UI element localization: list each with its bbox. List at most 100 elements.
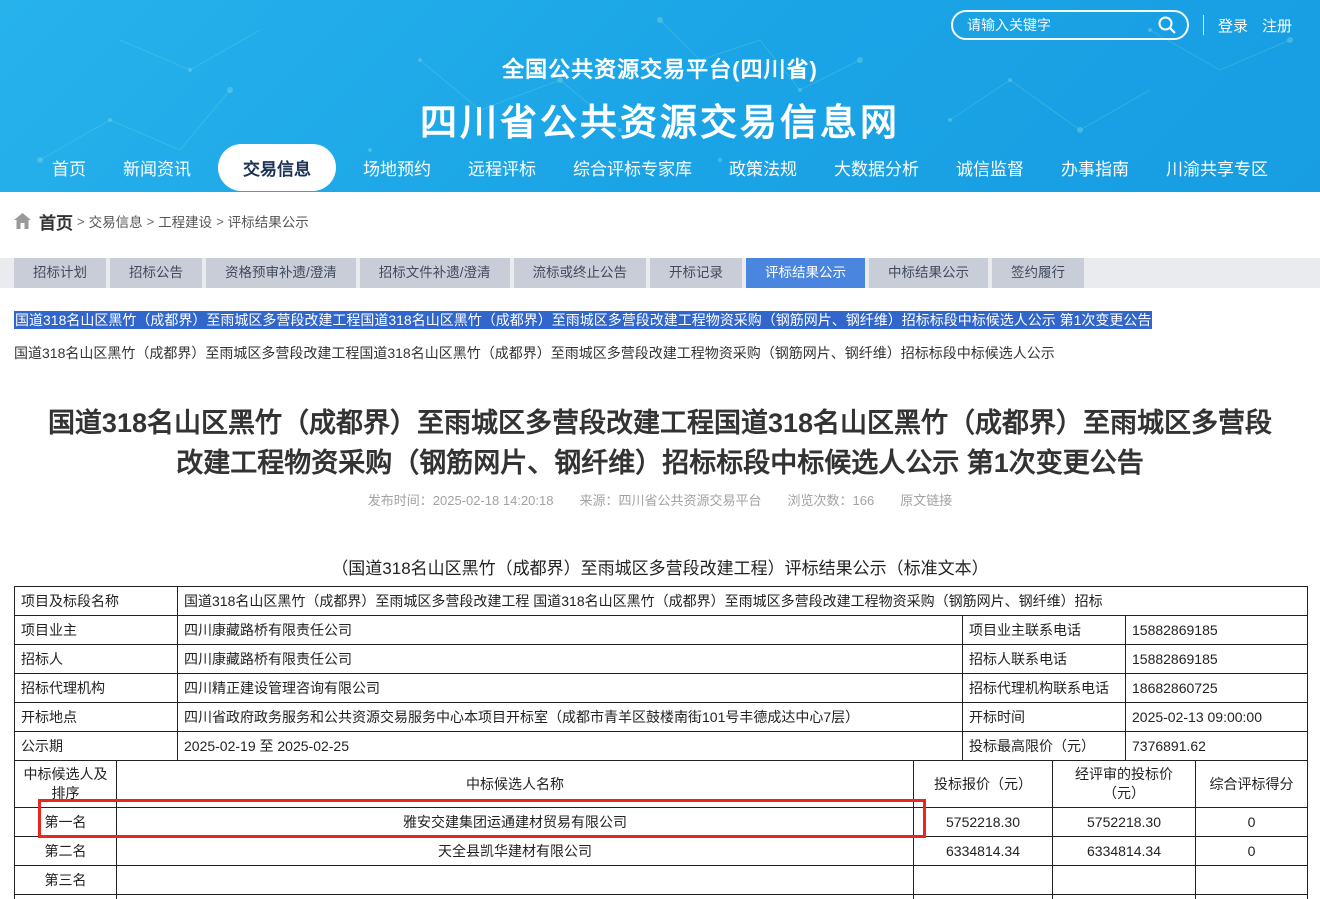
nav-item-chuanyu-zone[interactable]: 川渝共享专区 <box>1156 149 1278 186</box>
cell-value: 7376891.62 <box>1126 732 1308 761</box>
tab-failed-or-terminated[interactable]: 流标或终止公告 <box>514 258 647 288</box>
cell-score <box>1196 866 1308 895</box>
nav-item-integrity[interactable]: 诚信监督 <box>946 149 1034 186</box>
cell-value: 2025-02-13 09:00:00 <box>1126 703 1308 732</box>
cell-label: 招标人 <box>15 645 178 674</box>
article-meta: 发布时间：2025-02-18 14:20:18 来源：四川省公共资源交易平台 … <box>0 490 1320 509</box>
table-row: 招标代理机构 四川精正建设管理咨询有限公司 招标代理机构联系电话 1868286… <box>15 674 1308 703</box>
page: 登录 注册 全国公共资源交易平台(四川省) 四川省公共资源交易信息网 首页 新闻… <box>0 0 1320 899</box>
cell-reviewed-bid: 5752218.30 <box>1053 808 1196 837</box>
result-list: 国道318名山区黑竹（成都界）至雨城区多营段改建工程国道318名山区黑竹（成都界… <box>0 310 1320 363</box>
tab-prequalification-supplement[interactable]: 资格预审补遗/澄清 <box>206 258 356 288</box>
nav-item-news[interactable]: 新闻资讯 <box>113 149 201 186</box>
cell-label: 开标时间 <box>963 703 1126 732</box>
header-top-bar: 登录 注册 <box>951 10 1292 40</box>
cell-candidate-name <box>117 866 914 895</box>
breadcrumb-separator: > <box>77 214 85 229</box>
nav-item-policies[interactable]: 政策法规 <box>719 149 807 186</box>
candidate-row-2: 第二名 天全县凯华建材有限公司 6334814.34 6334814.34 0 <box>15 837 1308 866</box>
source: 来源：四川省公共资源交易平台 <box>579 490 761 509</box>
cell-bid: 5752218.30 <box>914 808 1053 837</box>
cell-value: 18682860725 <box>1126 674 1308 703</box>
main-nav: 首页 新闻资讯 交易信息 场地预约 远程评标 综合评标专家库 政策法规 大数据分… <box>0 142 1320 192</box>
col-header-name: 中标候选人名称 <box>117 761 914 808</box>
nav-item-venue-booking[interactable]: 场地预约 <box>353 149 441 186</box>
cell-value: 四川康藏路桥有限责任公司 <box>178 616 963 645</box>
table-row: 开标地点 四川省政府政务服务和公共资源交易服务中心本项目开标室（成都市青羊区鼓楼… <box>15 703 1308 732</box>
publish-time: 发布时间：2025-02-18 14:20:18 <box>368 490 554 509</box>
cell-reviewed-bid: 6334814.34 <box>1053 837 1196 866</box>
cell-value: 15882869185 <box>1126 645 1308 674</box>
cell-bid <box>914 866 1053 895</box>
tab-contract-performance[interactable]: 签约履行 <box>992 258 1084 288</box>
home-icon[interactable] <box>14 213 31 229</box>
col-header-score: 综合评标得分 <box>1196 761 1308 808</box>
search-icon[interactable] <box>1157 15 1177 35</box>
nav-item-guide[interactable]: 办事指南 <box>1051 149 1139 186</box>
cell-value: 国道318名山区黑竹（成都界）至雨城区多营段改建工程 国道318名山区黑竹（成都… <box>178 587 1308 616</box>
list-item-selected: 国道318名山区黑竹（成都界）至雨城区多营段改建工程国道318名山区黑竹（成都界… <box>14 310 1320 331</box>
cell-label: 招标代理机构 <box>15 674 178 703</box>
list-item-selected-text[interactable]: 国道318名山区黑竹（成都界）至雨城区多营段改建工程国道318名山区黑竹（成都界… <box>14 311 1152 329</box>
tab-bid-plan[interactable]: 招标计划 <box>14 258 106 288</box>
cell-bid: 6334814.34 <box>914 837 1053 866</box>
cell-label: 项目及标段名称 <box>15 587 178 616</box>
nav-item-big-data[interactable]: 大数据分析 <box>824 149 929 186</box>
site-title: 四川省公共资源交易信息网 <box>0 92 1320 146</box>
cell-label: 公示期 <box>15 732 178 761</box>
tab-bid-doc-supplement[interactable]: 招标文件补遗/澄清 <box>360 258 510 288</box>
breadcrumb-evaluation-result[interactable]: 评标结果公示 <box>228 211 309 231</box>
cell-label: 招标人联系电话 <box>963 645 1126 674</box>
cell-value: 四川康藏路桥有限责任公司 <box>178 645 963 674</box>
search-input[interactable] <box>967 17 1157 33</box>
breadcrumb-home[interactable]: 首页 <box>39 209 73 234</box>
candidate-row-clipped <box>15 895 1308 899</box>
nav-item-trade-info[interactable]: 交易信息 <box>218 144 336 191</box>
tab-strip: 招标计划 招标公告 资格预审补遗/澄清 招标文件补遗/澄清 流标或终止公告 开标… <box>0 258 1320 288</box>
breadcrumb: 首页 > 交易信息 > 工程建设 > 评标结果公示 <box>0 204 1320 238</box>
cell-label: 投标最高限价（元） <box>963 732 1126 761</box>
cell-score: 0 <box>1196 808 1308 837</box>
breadcrumb-engineering[interactable]: 工程建设 <box>158 211 212 231</box>
col-header-reviewed-bid: 经评审的投标价（元） <box>1053 761 1196 808</box>
col-header-rank: 中标候选人及排序 <box>15 761 117 808</box>
nav-item-remote-evaluation[interactable]: 远程评标 <box>458 149 546 186</box>
platform-title: 全国公共资源交易平台(四川省) <box>0 52 1320 84</box>
breadcrumb-separator: > <box>147 214 155 229</box>
cell-value: 四川精正建设管理咨询有限公司 <box>178 674 963 703</box>
cell-rank: 第一名 <box>15 808 117 837</box>
cell-label: 项目业主联系电话 <box>963 616 1126 645</box>
candidate-row-3: 第三名 <box>15 866 1308 895</box>
cell-score: 0 <box>1196 837 1308 866</box>
page-title: 国道318名山区黑竹（成都界）至雨城区多营段改建工程国道318名山区黑竹（成都界… <box>40 403 1280 483</box>
candidate-row-1: 第一名 雅安交建集团运通建材贸易有限公司 5752218.30 5752218.… <box>15 808 1308 837</box>
breadcrumb-separator: > <box>216 214 224 229</box>
cell-value: 四川省政府政务服务和公共资源交易服务中心本项目开标室（成都市青羊区鼓楼南街101… <box>178 703 963 732</box>
cell-reviewed-bid <box>1053 866 1196 895</box>
candidates-header-row: 中标候选人及排序 中标候选人名称 投标报价（元） 经评审的投标价（元） 综合评标… <box>15 761 1308 808</box>
nav-item-home[interactable]: 首页 <box>42 149 96 186</box>
breadcrumb-trade-info[interactable]: 交易信息 <box>89 211 143 231</box>
tab-winning-result[interactable]: 中标结果公示 <box>869 258 988 288</box>
tab-bid-opening-record[interactable]: 开标记录 <box>650 258 742 288</box>
tab-bid-announcement[interactable]: 招标公告 <box>110 258 202 288</box>
cell-label: 开标地点 <box>15 703 178 732</box>
cell-rank: 第二名 <box>15 837 117 866</box>
search-box[interactable] <box>951 10 1189 40</box>
register-link[interactable]: 注册 <box>1262 15 1292 36</box>
tab-evaluation-result[interactable]: 评标结果公示 <box>746 258 865 288</box>
table-row: 公示期 2025-02-19 至 2025-02-25 投标最高限价（元） 73… <box>15 732 1308 761</box>
cell-value: 2025-02-19 至 2025-02-25 <box>178 732 963 761</box>
cell-label: 招标代理机构联系电话 <box>963 674 1126 703</box>
cell-value: 15882869185 <box>1126 616 1308 645</box>
col-header-bid: 投标报价（元） <box>914 761 1053 808</box>
login-link[interactable]: 登录 <box>1218 15 1248 36</box>
view-count: 浏览次数：166 <box>788 490 875 509</box>
cell-rank: 第三名 <box>15 866 117 895</box>
table-caption: （国道318名山区黑竹（成都界）至雨城区多营段改建工程）评标结果公示（标准文本） <box>0 554 1320 579</box>
list-item[interactable]: 国道318名山区黑竹（成都界）至雨城区多营段改建工程国道318名山区黑竹（成都界… <box>14 343 1320 363</box>
cell-candidate-name: 天全县凯华建材有限公司 <box>117 837 914 866</box>
nav-item-expert-database[interactable]: 综合评标专家库 <box>563 149 702 186</box>
table-row: 项目及标段名称 国道318名山区黑竹（成都界）至雨城区多营段改建工程 国道318… <box>15 587 1308 616</box>
original-link[interactable]: 原文链接 <box>900 490 952 509</box>
